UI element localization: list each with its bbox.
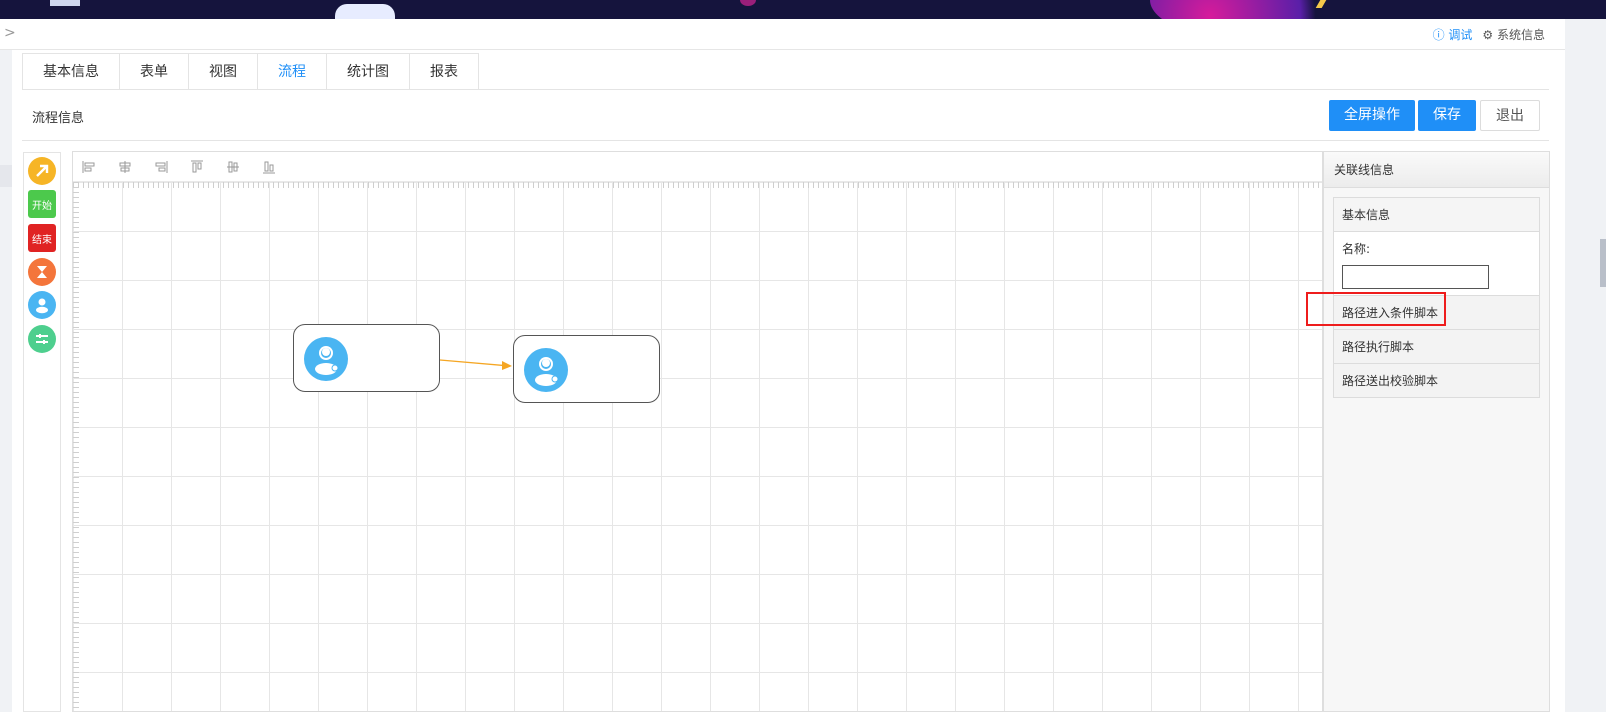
tab-bar: 基本信息 表单 视图 流程 统计图 报表 xyxy=(22,53,479,90)
save-button[interactable]: 保存 xyxy=(1418,100,1476,131)
main-panel: 基本信息 表单 视图 流程 统计图 报表 流程信息 全屏操作 保存 退出 开始 … xyxy=(12,50,1565,712)
tab-view[interactable]: 视图 xyxy=(188,53,258,90)
connection-layer xyxy=(439,359,512,370)
sidebar-marker xyxy=(0,165,12,187)
collapse-sidebar-icon[interactable]: > xyxy=(4,25,16,41)
connection-arrowhead xyxy=(502,361,512,370)
banner-planet-decoration xyxy=(740,0,756,6)
start-node-tool[interactable]: 开始 xyxy=(28,190,56,218)
exit-button[interactable]: 退出 xyxy=(1480,100,1540,131)
system-info-link[interactable]: ⚙ 系统信息 xyxy=(1482,26,1545,43)
section-title: 流程信息 xyxy=(32,111,85,126)
banner-cloud-decoration xyxy=(335,4,395,19)
accordion-path-send-validation-script[interactable]: 路径送出校验脚本 xyxy=(1334,363,1539,397)
right-gutter xyxy=(1565,19,1606,712)
left-sidebar-strip xyxy=(0,50,12,712)
flow-canvas[interactable] xyxy=(72,151,1323,712)
accordion-basic-info[interactable]: 基本信息 xyxy=(1334,198,1539,232)
tab-report[interactable]: 报表 xyxy=(409,53,479,90)
highlight-box xyxy=(1306,292,1446,326)
end-node-tool[interactable]: 结束 xyxy=(28,224,56,252)
info-panel-title: 关联线信息 xyxy=(1324,152,1549,188)
accordion-path-execute-script[interactable]: 路径执行脚本 xyxy=(1334,329,1539,363)
connection-info-panel: 关联线信息 基本信息 名称: 路径进入条件脚本 路径执行脚本 路径送出校验脚本 xyxy=(1323,151,1550,712)
branch-node-icon[interactable] xyxy=(28,258,56,286)
name-label: 名称: xyxy=(1342,242,1371,256)
basic-info-body: 名称: xyxy=(1334,232,1539,295)
debug-link[interactable]: ⓘ 调试 xyxy=(1433,26,1473,43)
header-actions: ⓘ 调试 ⚙ 系统信息 xyxy=(1433,26,1545,43)
section-divider xyxy=(22,140,1549,141)
user-task-icon xyxy=(524,348,568,392)
user-task-icon xyxy=(304,337,348,381)
fullscreen-button[interactable]: 全屏操作 xyxy=(1329,100,1415,131)
tab-basic-info[interactable]: 基本信息 xyxy=(22,53,120,90)
tab-flow[interactable]: 流程 xyxy=(257,53,327,90)
sub-process-icon[interactable] xyxy=(28,325,56,353)
tab-divider xyxy=(22,89,1549,90)
node-palette: 开始 结束 xyxy=(23,152,61,712)
tab-statistics-chart[interactable]: 统计图 xyxy=(326,53,410,90)
flow-node-user-task-2[interactable] xyxy=(513,335,660,403)
top-banner xyxy=(0,0,1606,19)
flow-node-user-task-1[interactable] xyxy=(293,324,440,392)
tab-form[interactable]: 表单 xyxy=(119,53,189,90)
connection-line xyxy=(439,359,511,367)
banner-logo xyxy=(50,0,80,6)
connector-arrow-icon[interactable] xyxy=(28,157,56,185)
side-drawer-handle[interactable] xyxy=(1600,239,1606,287)
app-header: > ⓘ 调试 ⚙ 系统信息 xyxy=(0,19,1565,50)
user-task-icon[interactable] xyxy=(28,291,56,319)
name-input[interactable] xyxy=(1342,265,1489,289)
